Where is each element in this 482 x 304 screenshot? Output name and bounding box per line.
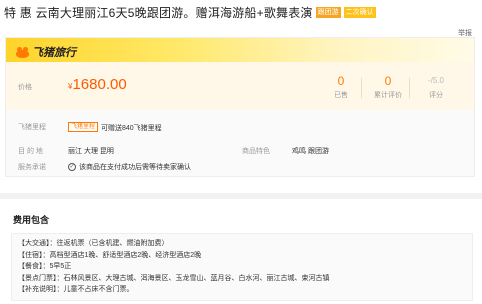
fees-line-notes: 【补充说明】：儿童不占床不含门票。	[18, 286, 134, 293]
fees-detail-box: 【大交通】：往返机票（已含机建、燃油附加费） 【住宿】：高档型酒店1晚、舒适型酒…	[11, 233, 473, 301]
price-value: ¥1680.00	[68, 76, 127, 94]
brand-bar: 飞猪旅行	[6, 38, 474, 62]
brand-name: 飞猪旅行	[32, 47, 76, 59]
fees-title: 费用包含	[13, 215, 50, 225]
page-title: 特 惠 云南大理丽江6天5晚跟团游。赠洱海游船+歌舞表演	[4, 5, 313, 20]
price-amount: 1680.00	[72, 76, 127, 93]
check-circle-icon: ✓	[68, 163, 76, 171]
destination-value: 丽江 大理 昆明	[68, 148, 114, 155]
feature-value: 鸡鸣 跟团游	[292, 148, 329, 155]
service-value: ✓ 该商品在支付成功后需等待卖家确认	[68, 162, 191, 172]
product-panel: 飞猪旅行 价格 ¥1680.00 0 已售 0 累计评价 -/5.0 评分 飞猪…	[5, 37, 475, 177]
stat-rating-value: -/5.0	[427, 76, 444, 85]
stat-reviews[interactable]: 0 累计评价	[368, 74, 408, 100]
title-row: 特 惠 云南大理丽江6天5晚跟团游。赠洱海游船+歌舞表演 跟团游 二次确认	[4, 4, 376, 20]
stat-reviews-label: 累计评价	[374, 92, 402, 99]
stat-sold-value: 0	[337, 74, 345, 88]
mileage-label: 飞猪里程	[18, 124, 46, 131]
service-label: 服务承诺	[18, 164, 46, 171]
stat-sold-label: 已售	[334, 92, 348, 99]
fliggy-logo-icon	[16, 46, 29, 58]
destination-label: 目 的 地	[18, 148, 43, 155]
fees-line-hotel: 【住宿】：高档型酒店1晚、舒适型酒店2晚、经济型酒店2晚	[18, 251, 202, 259]
stat-divider	[409, 78, 410, 98]
stat-rating: -/5.0 评分	[416, 74, 456, 100]
price-label: 价格	[18, 84, 32, 91]
brand-logo[interactable]: 飞猪旅行	[16, 44, 76, 60]
service-text: 该商品在支付成功后需等待卖家确认	[79, 164, 191, 171]
mileage-badge: 飞猪里程	[68, 122, 99, 132]
feature-label: 商品特色	[242, 148, 270, 155]
mileage-text: 可赠送840飞猪里程	[101, 125, 162, 132]
price-row: 价格 ¥1680.00 0 已售 0 累计评价 -/5.0 评分	[6, 62, 474, 110]
fees-line-meals: 【餐食】：5早5正	[18, 263, 72, 270]
fees-line-tickets: 【景点门票】：石林风景区、大理古城、洱海景区、玉龙雪山、蓝月谷、白水河、丽江古城…	[18, 274, 330, 282]
stat-rating-label: 评分	[429, 92, 443, 99]
tag-group-tour: 跟团游	[315, 6, 341, 18]
stat-divider	[361, 78, 362, 98]
section-separator	[0, 193, 482, 199]
fees-line-transport: 【大交通】：往返机票（已含机建、燃油附加费）	[18, 240, 169, 247]
stat-sold: 0 已售	[321, 74, 361, 100]
stat-reviews-value: 0	[384, 74, 392, 88]
tag-confirm: 二次确认	[343, 6, 376, 18]
